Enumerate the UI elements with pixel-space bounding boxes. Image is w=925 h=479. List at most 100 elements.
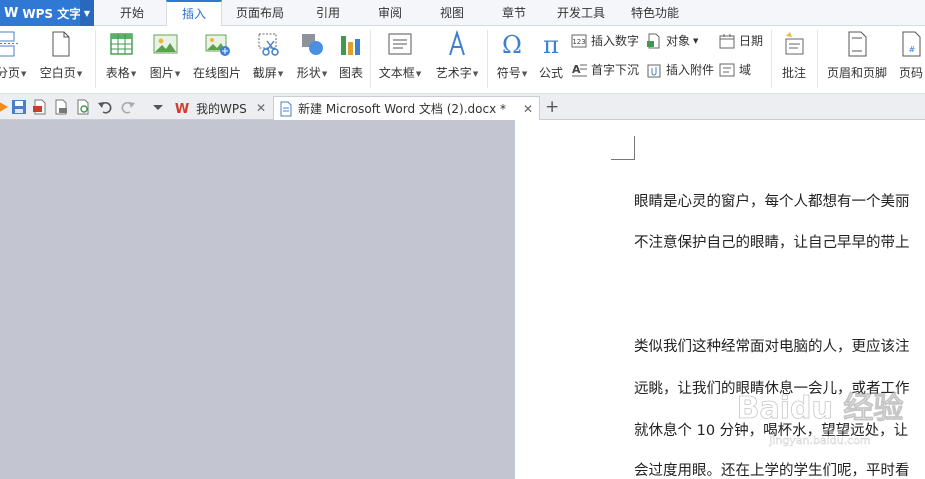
drop-cap-icon: A <box>572 63 587 76</box>
svg-text:π: π <box>543 31 559 58</box>
tab-home[interactable]: 开始 <box>108 0 156 26</box>
ribbon-separator <box>487 30 488 88</box>
chevron-down-icon: ▼ <box>415 70 422 78</box>
wps-logo-icon: W <box>175 102 189 116</box>
insert-number-button[interactable]: 123 插入数字 <box>571 32 639 49</box>
tab-current-document[interactable]: 新建 Microsoft Word 文档 (2).docx * ✕ <box>273 96 540 120</box>
tab-view[interactable]: 视图 <box>429 0 475 26</box>
object-icon <box>647 33 660 48</box>
symbol-button[interactable]: Ω 符号▼ <box>493 30 531 81</box>
tab-references[interactable]: 引用 <box>305 0 351 26</box>
table-icon <box>110 33 133 55</box>
wordart-button[interactable]: 艺术字▼ <box>432 30 482 81</box>
textbox-icon <box>388 33 412 55</box>
redo-icon[interactable] <box>120 99 136 115</box>
date-button[interactable]: 日期 <box>719 32 763 49</box>
page-number-label: 页码 <box>898 66 923 80</box>
tab-my-wps[interactable]: W 我的WPS ✕ <box>170 96 272 120</box>
screenshot-label: 截屏 <box>252 66 277 80</box>
calendar-icon <box>719 33 735 48</box>
tab-features[interactable]: 特色功能 <box>622 0 688 26</box>
document-line[interactable]: 不注意保护自己的眼睛，让自己早早的带上 <box>634 231 910 252</box>
chevron-down-icon: ▼ <box>472 70 479 78</box>
document-page[interactable]: 眼睛是心灵的窗户，每个人都想有一个美丽 不注意保护自己的眼睛，让自己早早的带上 … <box>515 120 925 479</box>
formula-button[interactable]: π 公式 <box>537 30 565 81</box>
close-icon[interactable]: ✕ <box>523 102 533 116</box>
new-tab-plus-icon[interactable]: + <box>545 97 559 117</box>
field-button[interactable]: 域 <box>719 61 751 78</box>
tab-review[interactable]: 审阅 <box>367 0 413 26</box>
shapes-button[interactable]: 形状▼ <box>293 30 331 81</box>
chart-button[interactable]: 图表 <box>337 30 365 81</box>
header-footer-icon <box>848 31 867 57</box>
page-number-button[interactable]: # 页码 <box>894 30 925 81</box>
field-label: 域 <box>739 63 752 77</box>
page-break-label: 分页 <box>0 66 21 80</box>
symbol-label: 符号 <box>496 66 521 80</box>
ribbon-separator <box>817 30 818 88</box>
table-button[interactable]: 表格▼ <box>103 30 139 81</box>
online-picture-label: 在线图片 <box>192 66 241 80</box>
drop-cap-button[interactable]: A 首字下沉 <box>571 61 639 78</box>
document-tab-bar: W 我的WPS ✕ 新建 Microsoft Word 文档 (2).docx … <box>0 94 925 120</box>
comment-button[interactable]: 批注 <box>778 30 810 81</box>
menu-bar: W WPS 文字 ▼ 开始 插入 页面布局 引用 审阅 视图 章节 开发工具 特… <box>0 0 925 27</box>
document-line[interactable]: 会过度用眼。还在上学的学生们呢，平时看 <box>634 459 910 479</box>
document-line[interactable]: 类似我们这种经常面对电脑的人，更应该注 <box>634 335 910 356</box>
picture-icon <box>153 34 178 54</box>
document-line[interactable]: 眼睛是心灵的窗户，每个人都想有一个美丽 <box>634 190 910 211</box>
document-line[interactable]: 就休息个 10 分钟，喝杯水，望望远处，让 <box>634 419 908 440</box>
omega-icon: Ω <box>502 31 522 58</box>
object-label: 对象 <box>666 34 691 48</box>
app-menu-dropdown-icon[interactable]: ▼ <box>80 0 94 26</box>
insert-attachment-button[interactable]: 插入附件 <box>646 61 714 78</box>
close-icon[interactable]: ✕ <box>256 101 266 115</box>
chevron-down-icon: ▼ <box>693 36 699 45</box>
print-icon[interactable] <box>53 99 69 115</box>
ribbon-separator <box>771 30 772 88</box>
chevron-down-icon: ▼ <box>521 70 528 78</box>
online-picture-button[interactable]: 在线图片 <box>191 30 243 81</box>
chevron-down-icon: ▼ <box>277 70 284 78</box>
chevron-down-icon: ▼ <box>321 70 328 78</box>
ribbon-separator <box>370 30 371 88</box>
save-icon[interactable] <box>11 99 27 115</box>
app-menu-button[interactable]: W WPS 文字 ▼ <box>0 0 94 26</box>
screenshot-button[interactable]: 截屏▼ <box>250 30 286 81</box>
word-doc-icon <box>280 101 292 116</box>
print-preview-icon[interactable] <box>75 99 91 115</box>
textbox-label: 文本框 <box>378 66 415 80</box>
document-line[interactable]: 远眺，让我们的眼睛休息一会儿，或者工作 <box>634 377 910 398</box>
picture-button[interactable]: 图片▼ <box>147 30 183 81</box>
textbox-button[interactable]: 文本框▼ <box>376 30 424 81</box>
page-break-button[interactable]: 分页▼ <box>0 30 27 81</box>
tab-developer[interactable]: 开发工具 <box>548 0 614 26</box>
blank-page-label: 空白页 <box>39 66 76 80</box>
export-pdf-icon[interactable] <box>32 99 48 115</box>
undo-icon[interactable] <box>97 99 113 115</box>
app-name: WPS 文字 <box>22 6 82 21</box>
insert-attachment-label: 插入附件 <box>666 63 715 77</box>
chart-label: 图表 <box>338 66 363 80</box>
number-icon: 123 <box>571 34 587 47</box>
table-label: 表格 <box>105 66 130 80</box>
comment-icon <box>785 32 804 55</box>
tab-chapter[interactable]: 章节 <box>491 0 537 26</box>
blank-page-icon <box>52 31 70 57</box>
picture-label: 图片 <box>149 66 174 80</box>
blank-page-button[interactable]: 空白页▼ <box>36 30 86 81</box>
header-footer-button[interactable]: 页眉和页脚 <box>824 30 890 81</box>
object-button[interactable]: 对象 ▼ <box>646 32 698 49</box>
document-workspace: 眼睛是心灵的窗户，每个人都想有一个美丽 不注意保护自己的眼睛，让自己早早的带上 … <box>0 120 925 479</box>
doc-tab-label: 新建 Microsoft Word 文档 (2).docx * <box>298 102 506 116</box>
chevron-down-icon: ▼ <box>76 70 83 78</box>
doc-tab-label: 我的WPS <box>196 101 247 116</box>
page-break-icon <box>0 31 18 57</box>
chevron-down-icon: ▼ <box>21 70 27 78</box>
tab-insert[interactable]: 插入 <box>166 0 222 27</box>
customize-toolbar-dropdown-icon[interactable] <box>150 99 166 115</box>
page-margin-marker <box>611 136 635 160</box>
tab-page-layout[interactable]: 页面布局 <box>228 0 292 26</box>
date-label: 日期 <box>739 34 764 48</box>
shapes-label: 形状 <box>296 66 321 80</box>
